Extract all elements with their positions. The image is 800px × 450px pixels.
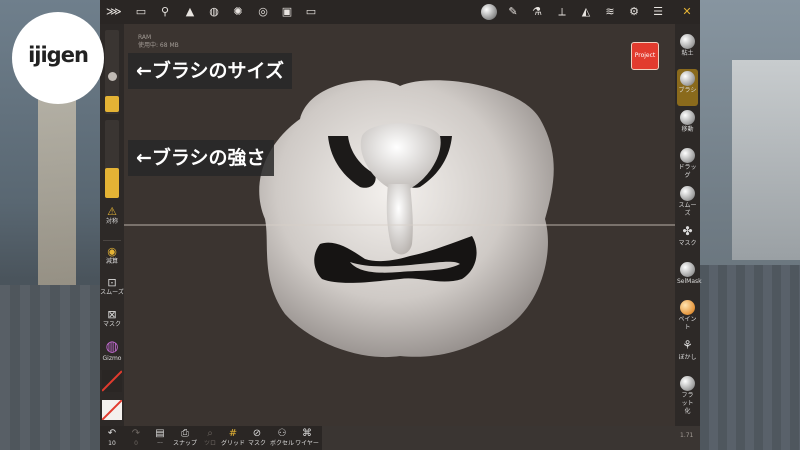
stroke-swatch[interactable]	[102, 370, 122, 392]
sliders-icon[interactable]: ☰	[651, 5, 665, 19]
left-divider	[103, 240, 121, 241]
smooth-toggle[interactable]: ⊡ スムーズ	[100, 276, 124, 297]
annotation-brush-size: ←ブラシのサイズ	[128, 53, 292, 89]
image-icon[interactable]: ▣	[280, 5, 294, 19]
size-slider-fill	[105, 96, 119, 112]
top-toolbar: ⋙ ▭ ⚲ ▲ ◍ ✺ ◎ ▣ ▭ ✎ ⚗ ⟂ ◭ ≋ ⚙ ☰ ✕	[100, 0, 700, 24]
topology-icon[interactable]: ▲	[183, 5, 197, 19]
move-sphere-icon	[680, 110, 695, 125]
color-swatch-line	[102, 400, 122, 420]
undo-button[interactable]: ↶ 10	[104, 428, 120, 448]
tool-selmask[interactable]: SelMask	[677, 260, 702, 297]
layers-icon[interactable]: ≋	[603, 5, 617, 19]
brush-sphere-icon	[680, 71, 695, 86]
folder-icon[interactable]: ▭	[134, 5, 148, 19]
redo-icon: ↷	[131, 428, 141, 439]
voxel-icon: ⚇	[277, 428, 287, 439]
gizmo-icon: ◍	[105, 337, 119, 355]
menu-icon[interactable]: ⋙	[106, 5, 122, 19]
cube-slice-icon[interactable]: ⟂	[555, 5, 569, 19]
version-label: 1.71	[680, 432, 694, 439]
stroke-swatch-line	[102, 370, 122, 392]
snap-camera-icon: ⎙	[181, 428, 189, 439]
bottom-tool-snap[interactable]: ⎙ スナップ	[172, 428, 198, 448]
bottom-tool-history[interactable]: ▤ ···	[150, 428, 170, 448]
floor-left	[0, 285, 100, 450]
mask-hide-icon: ⊘	[252, 428, 262, 439]
triangle-icon[interactable]: ◭	[579, 5, 593, 19]
mask-toggle[interactable]: ⊠ マスク	[100, 308, 124, 329]
ram-usage: 使用中: 68 MB	[138, 42, 179, 49]
project-button[interactable]: Project	[631, 42, 659, 70]
ram-label: RAM	[138, 34, 152, 41]
tool-paint[interactable]: ペイント	[677, 298, 698, 335]
tool-brush[interactable]: ブラシ	[677, 69, 698, 106]
bottom-tool-search[interactable]: ⌕ ツロ	[200, 428, 220, 448]
warning-triangle-icon: ⚠	[107, 205, 117, 218]
blur-brush-icon: ⚘	[682, 338, 693, 352]
size-slider-knob[interactable]	[108, 72, 117, 81]
environment-right	[700, 0, 800, 450]
subtract-tool[interactable]: ◉ 減算	[100, 245, 124, 266]
video-icon[interactable]: ▭	[304, 5, 318, 19]
bottom-tool-wireframe[interactable]: ⌘ ワイヤー	[294, 428, 320, 448]
color-swatch[interactable]	[102, 400, 122, 420]
annotation-brush-strength: ←ブラシの強さ	[128, 140, 274, 176]
bottom-tool-voxel[interactable]: ⚇ ボクセル	[269, 428, 295, 448]
strength-slider-fill	[105, 168, 119, 198]
tool-move[interactable]: 移動	[677, 108, 698, 145]
smooth-icon: ⊡	[107, 276, 117, 289]
gizmo-toggle[interactable]: ◍ Gizmo	[100, 338, 124, 363]
wireframe-icon: ⌘	[302, 428, 312, 439]
history-icon: ▤	[155, 428, 165, 439]
bottom-tool-mask[interactable]: ⊘ マスク	[246, 428, 268, 448]
tool-flatten[interactable]: フラット化	[677, 374, 698, 418]
scene-graph-icon[interactable]: ⚲	[158, 5, 172, 19]
floor-right	[700, 265, 800, 450]
tool-clay[interactable]: 粘土	[677, 32, 698, 69]
settings-gear-icon[interactable]: ⚙	[627, 5, 641, 19]
logo-text: ijigen	[28, 43, 89, 67]
grid-icon: #	[228, 428, 238, 439]
tool-blur[interactable]: ⚘ ぼかし	[677, 336, 698, 373]
matcap-sphere-icon[interactable]	[481, 4, 497, 20]
smooth-sphere-icon	[680, 186, 695, 201]
light-sun-icon[interactable]: ✺	[231, 5, 245, 19]
redo-button[interactable]: ↷ 0	[128, 428, 144, 448]
drop-icon: ◉	[107, 245, 117, 258]
eyedropper-icon[interactable]: ⚗	[530, 5, 544, 19]
symmetry-tool[interactable]: ⚠ 対称	[100, 205, 124, 226]
clay-sphere-icon	[680, 34, 695, 49]
search-icon: ⌕	[207, 428, 213, 439]
tool-mask[interactable]: ✤ マスク	[677, 222, 698, 259]
undo-icon: ↶	[107, 428, 117, 439]
concrete-wall	[732, 60, 800, 260]
tool-smooth[interactable]: スムーズ	[677, 184, 698, 221]
mask-sphere-icon: ✤	[682, 224, 693, 238]
material-globe-icon[interactable]: ◍	[207, 5, 221, 19]
ijigen-logo: ijigen	[12, 12, 104, 104]
camera-aperture-icon[interactable]: ◎	[256, 5, 270, 19]
selmask-sphere-icon	[680, 262, 695, 277]
paint-sphere-icon	[680, 300, 695, 315]
flatten-sphere-icon	[680, 376, 695, 391]
bottom-tool-grid[interactable]: # グリッド	[221, 428, 245, 448]
tools-icon[interactable]: ✕	[680, 5, 694, 19]
mask-icon: ⊠	[107, 308, 117, 321]
drag-sphere-icon	[680, 148, 695, 163]
pen-icon[interactable]: ✎	[506, 5, 520, 19]
tool-drag[interactable]: ドラッグ	[677, 146, 698, 183]
